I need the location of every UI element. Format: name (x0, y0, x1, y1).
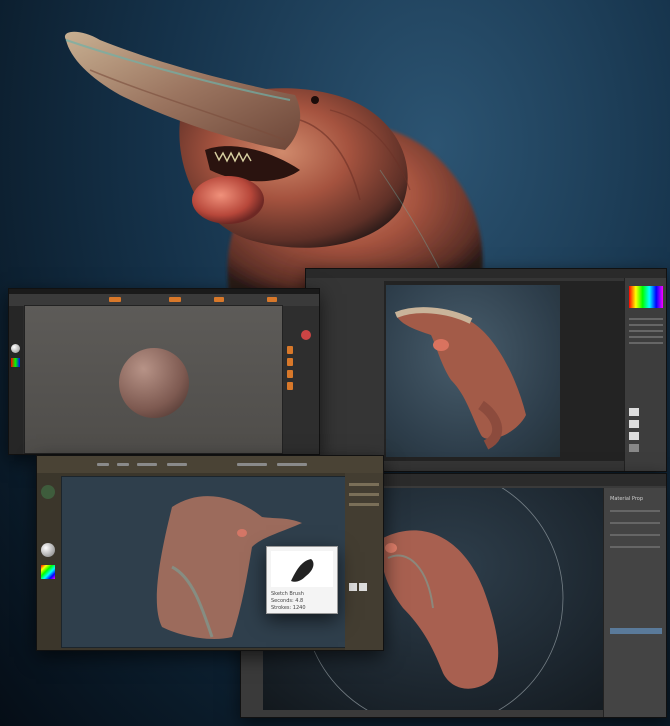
material-sphere-icon[interactable] (41, 543, 55, 557)
hero-creature-render (64, 31, 483, 300)
brush-icon[interactable] (41, 485, 55, 499)
texture-thumb[interactable] (349, 583, 357, 591)
popup-line: Strokes: 1240 (271, 605, 306, 611)
material-panel[interactable]: Material Prop (603, 488, 666, 717)
selected-item[interactable] (610, 628, 662, 634)
toolbar-button[interactable] (267, 297, 277, 302)
left-tray[interactable] (9, 306, 23, 454)
popup-line: Sketch Brush (271, 591, 304, 597)
photoshop-creature-art (394, 307, 526, 450)
color-picker[interactable] (11, 358, 20, 367)
photoshop-side-panel[interactable] (624, 278, 666, 471)
photoshop-canvas[interactable] (386, 285, 560, 457)
brush-preview-image (271, 551, 333, 587)
panel-title: Material Prop (610, 496, 644, 502)
layer-thumb[interactable] (629, 432, 639, 440)
color-picker[interactable] (41, 565, 55, 579)
color-picker[interactable] (629, 286, 663, 308)
layer-thumb[interactable] (629, 408, 639, 416)
zbrush-viewport[interactable] (24, 305, 283, 454)
toolbar-button[interactable] (109, 297, 121, 302)
right-tray[interactable] (345, 473, 383, 650)
texture-thumb[interactable] (359, 583, 367, 591)
toolbar-button[interactable] (214, 297, 224, 302)
photoshop-title-bar (306, 269, 666, 278)
zbrush-window-sphere (8, 288, 320, 455)
right-tray[interactable] (283, 306, 319, 454)
layer-thumb[interactable] (629, 420, 639, 428)
sphere-primitive[interactable] (119, 348, 189, 418)
material-sphere-icon[interactable] (11, 344, 20, 353)
layer-thumb[interactable] (629, 444, 639, 452)
popup-line: Seconds: 4.8 (271, 598, 304, 604)
photoshop-window (305, 268, 667, 472)
toolbar-button[interactable] (169, 297, 181, 302)
brush-preview-popup: Sketch Brush Seconds: 4.8 Strokes: 1240 (266, 546, 338, 614)
zbrush-toolbar[interactable] (37, 456, 383, 473)
left-tray[interactable] (37, 473, 59, 650)
brush-icon[interactable] (301, 330, 311, 340)
